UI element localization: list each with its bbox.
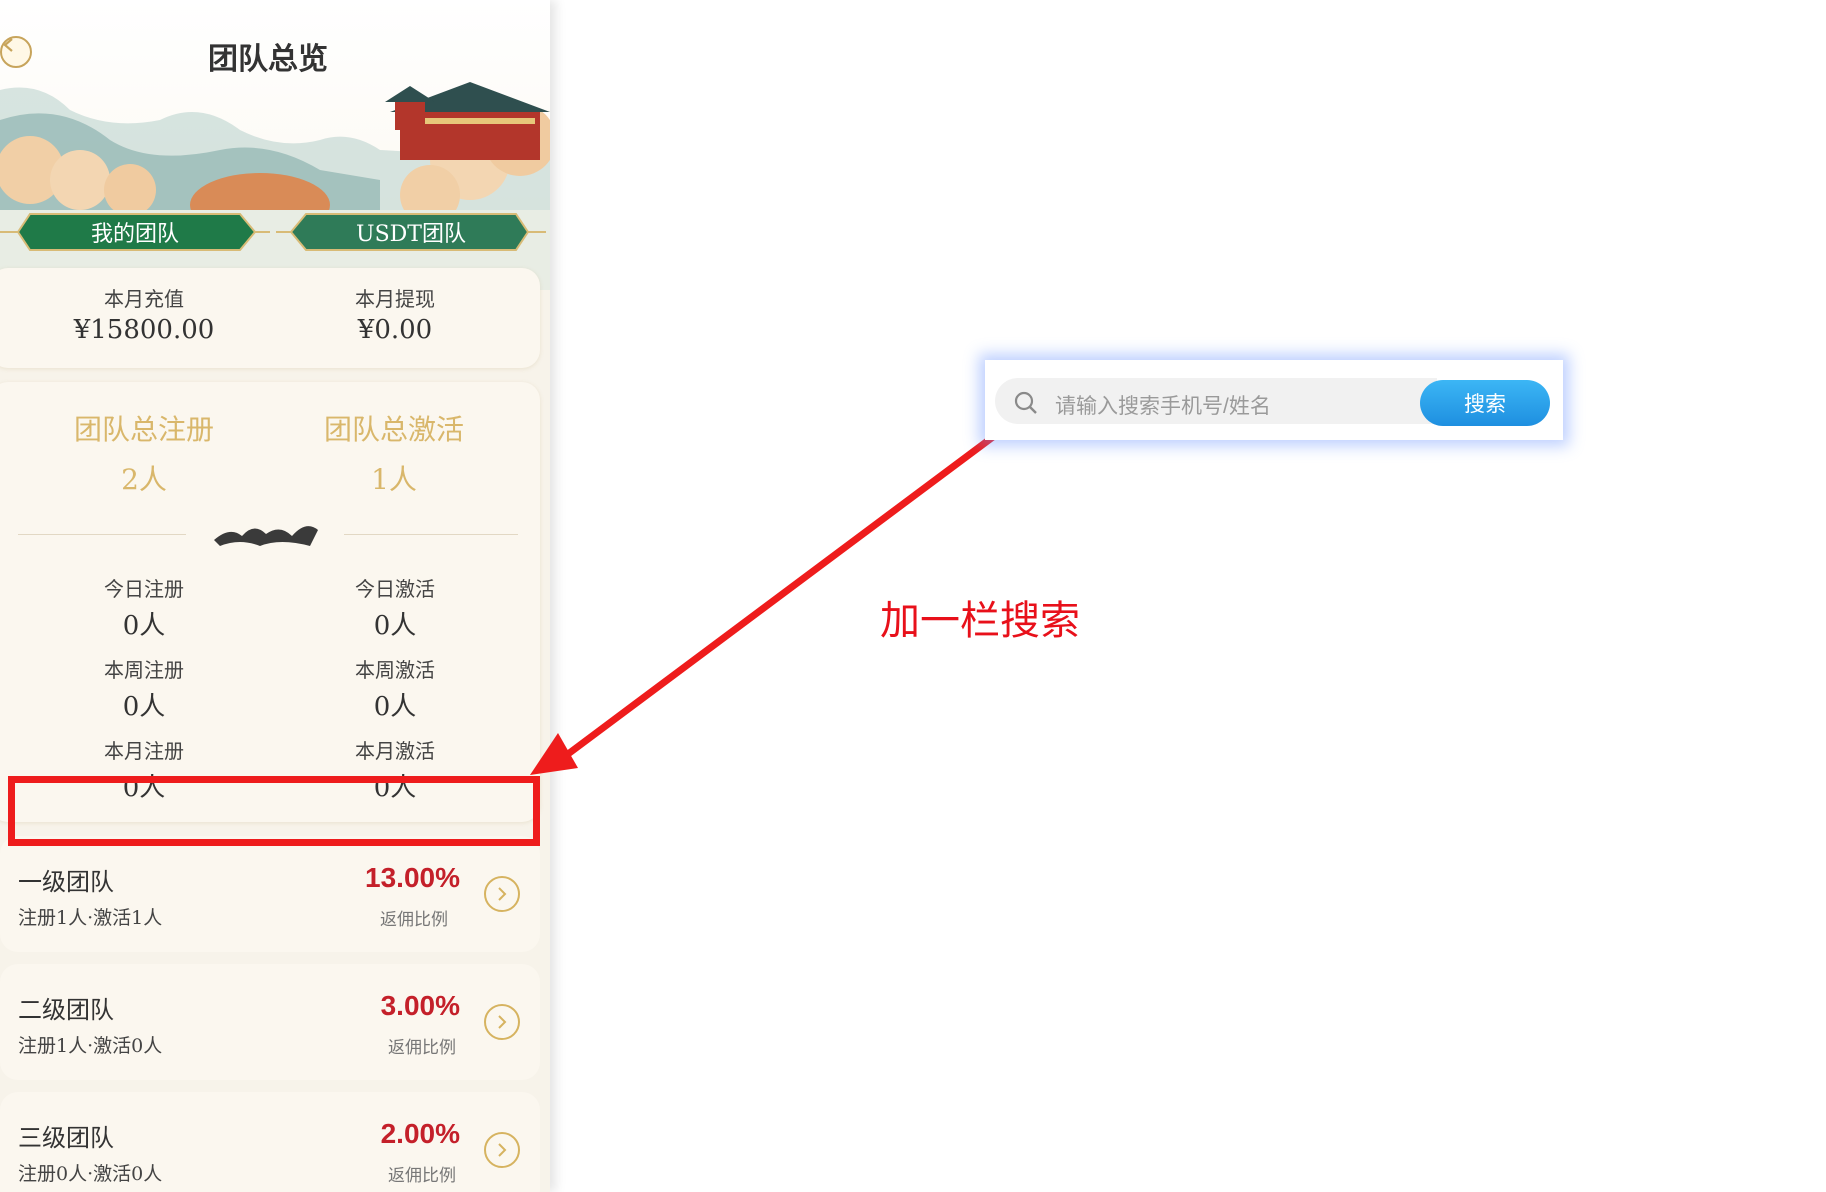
search-bar-mockup: 请输入搜索手机号/姓名 搜索 (985, 360, 1563, 440)
search-icon (1014, 391, 1037, 414)
search-placeholder: 请输入搜索手机号/姓名 (1055, 395, 1271, 418)
annotation-note: 加一栏搜索 (880, 598, 1080, 644)
search-button[interactable]: 搜索 (1420, 380, 1550, 426)
